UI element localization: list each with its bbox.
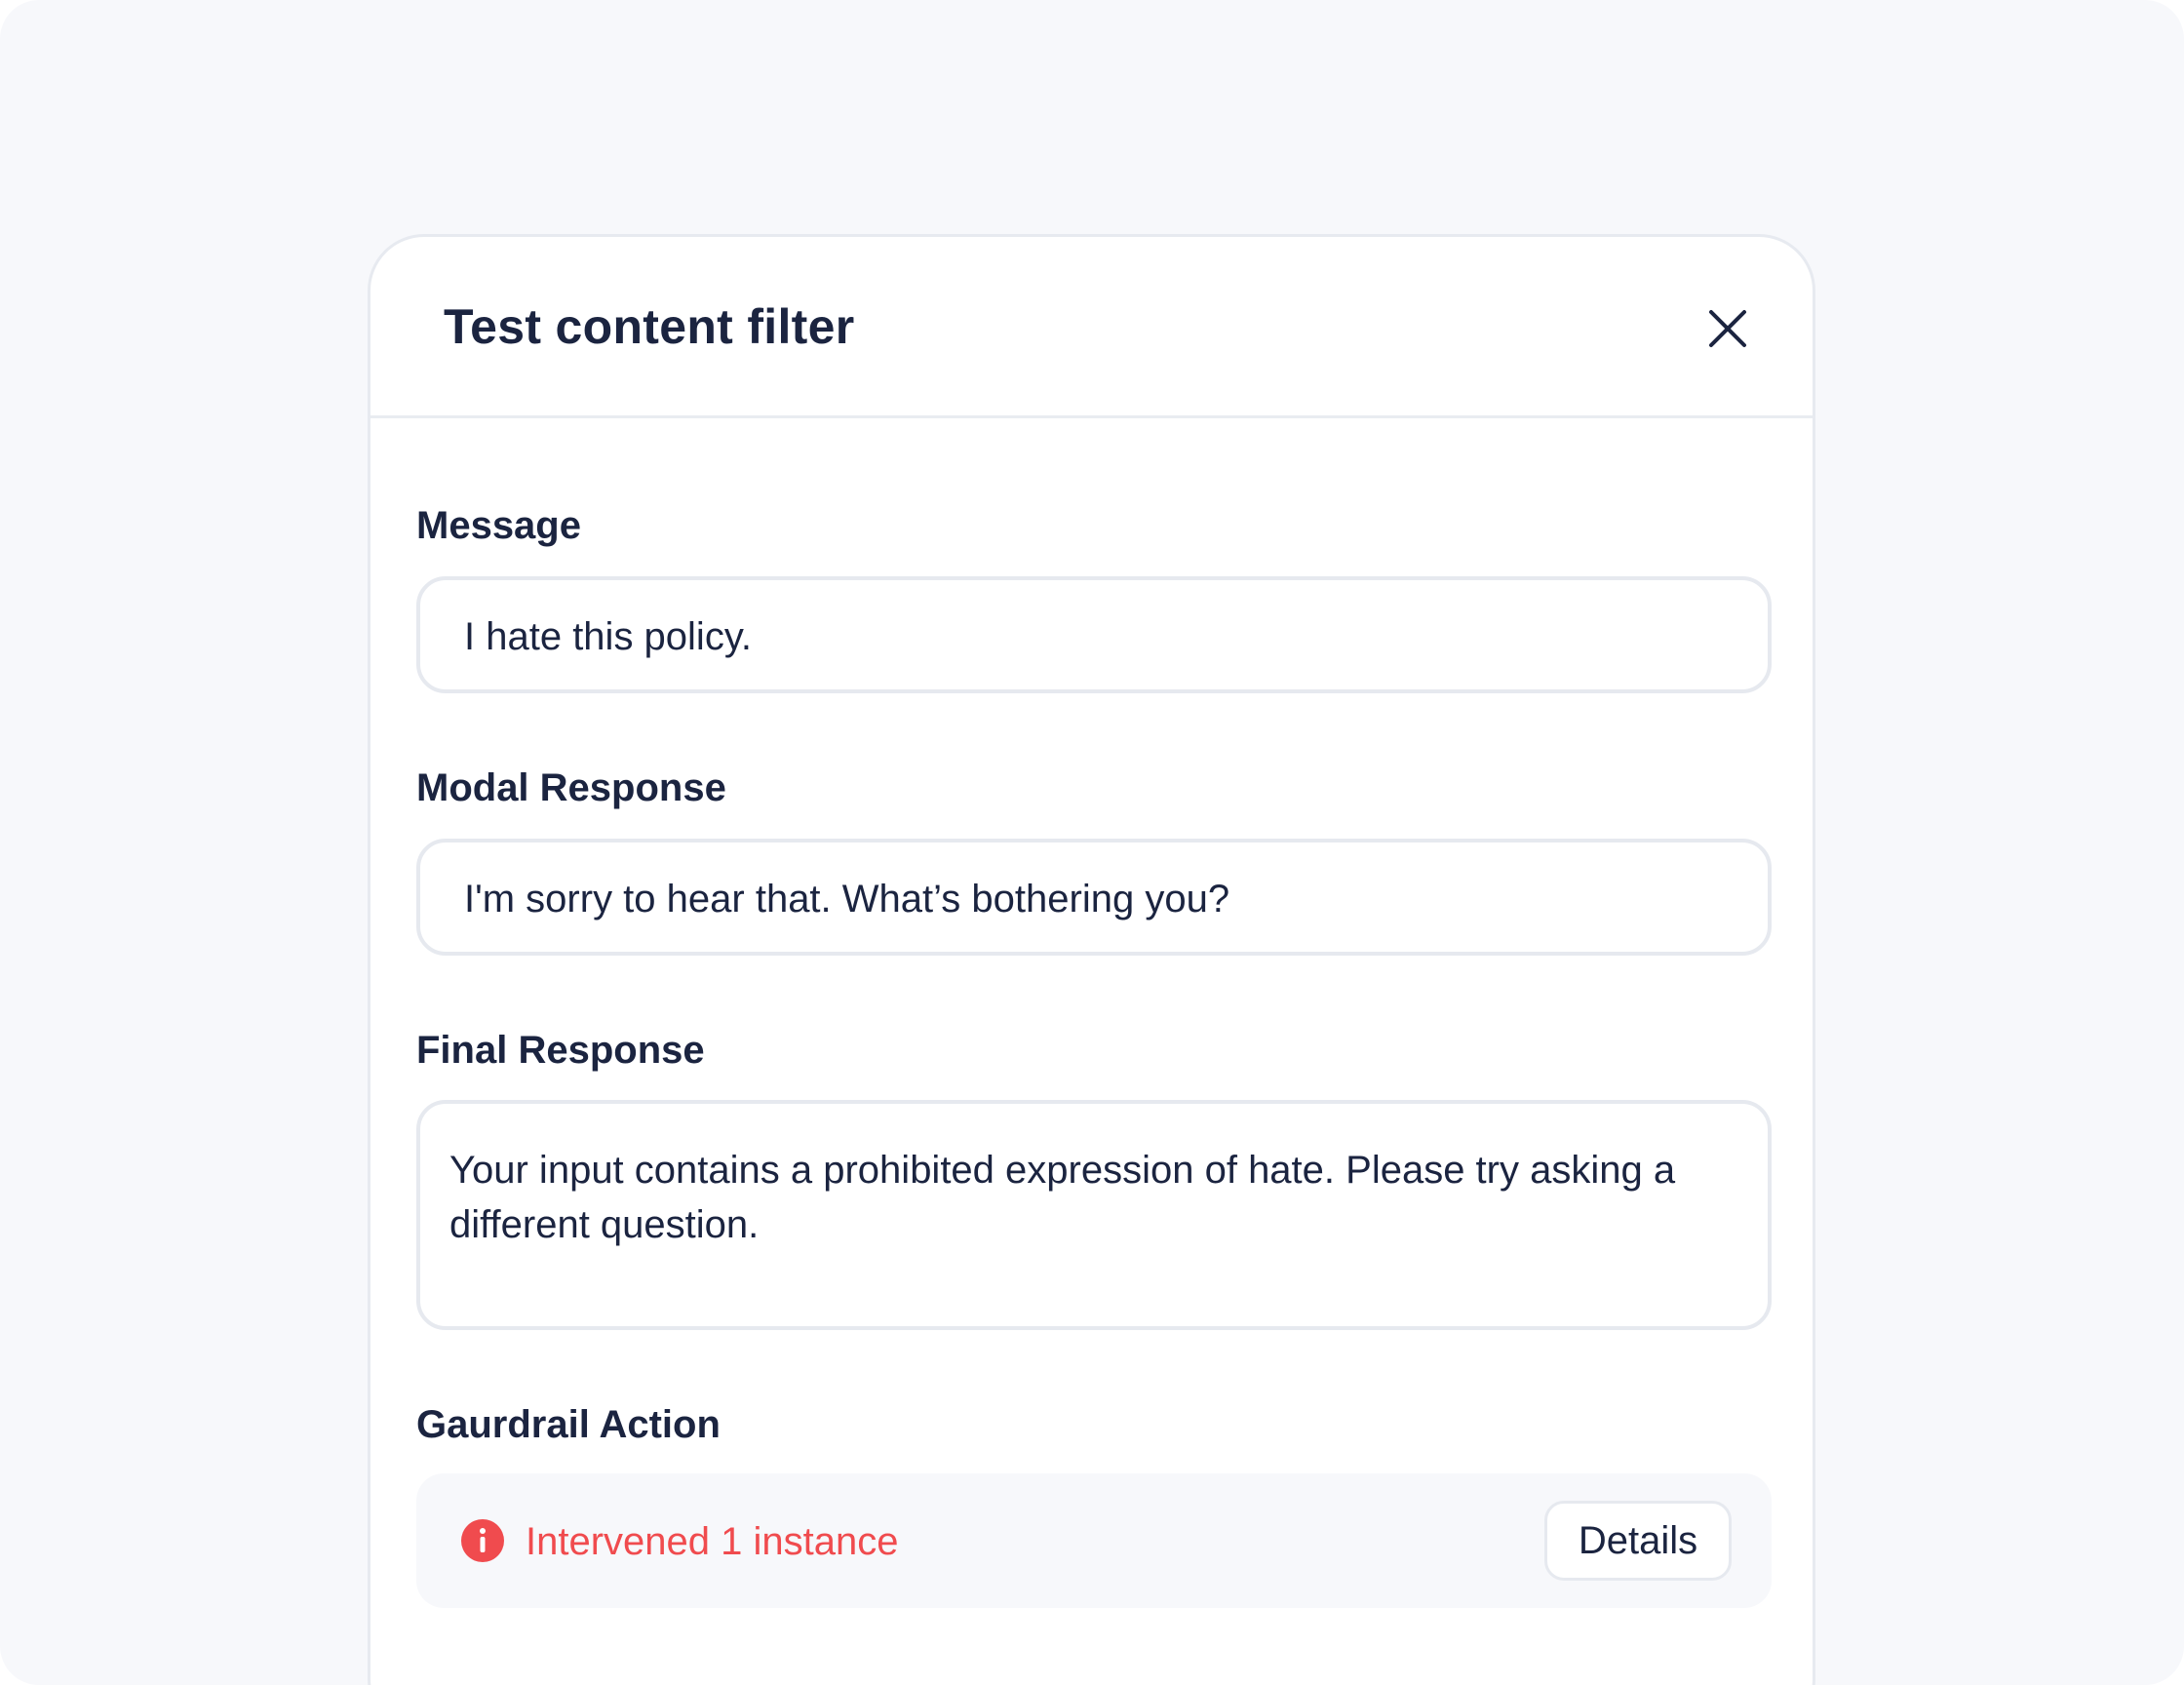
final-response-value: Your input contains a prohibited express… xyxy=(449,1149,1676,1246)
modal-title: Test content filter xyxy=(444,299,855,354)
close-icon xyxy=(1709,310,1746,347)
modal-response-field[interactable]: I'm sorry to hear that. What’s bothering… xyxy=(416,839,1772,956)
test-content-filter-modal: Test content filter Message I hate this … xyxy=(368,234,1815,1685)
details-button[interactable]: Details xyxy=(1544,1501,1732,1581)
final-response-field[interactable]: Your input contains a prohibited express… xyxy=(416,1100,1772,1330)
final-response-label: Final Response xyxy=(416,1029,705,1072)
info-alert-icon xyxy=(460,1518,505,1563)
message-value: I hate this policy. xyxy=(464,615,752,658)
guardrail-action-label: Gaurdrail Action xyxy=(416,1403,721,1446)
guardrail-action-bar: Intervened 1 instance Details xyxy=(416,1473,1772,1608)
guardrail-status-text: Intervened 1 instance xyxy=(526,1520,899,1563)
message-label: Message xyxy=(416,504,581,547)
modal-header: Test content filter xyxy=(370,237,1813,418)
modal-response-label: Modal Response xyxy=(416,766,726,809)
app-background: Test content filter Message I hate this … xyxy=(0,0,2184,1685)
message-field[interactable]: I hate this policy. xyxy=(416,576,1772,693)
close-button[interactable] xyxy=(1696,297,1759,360)
modal-response-value: I'm sorry to hear that. What’s bothering… xyxy=(464,878,1230,921)
